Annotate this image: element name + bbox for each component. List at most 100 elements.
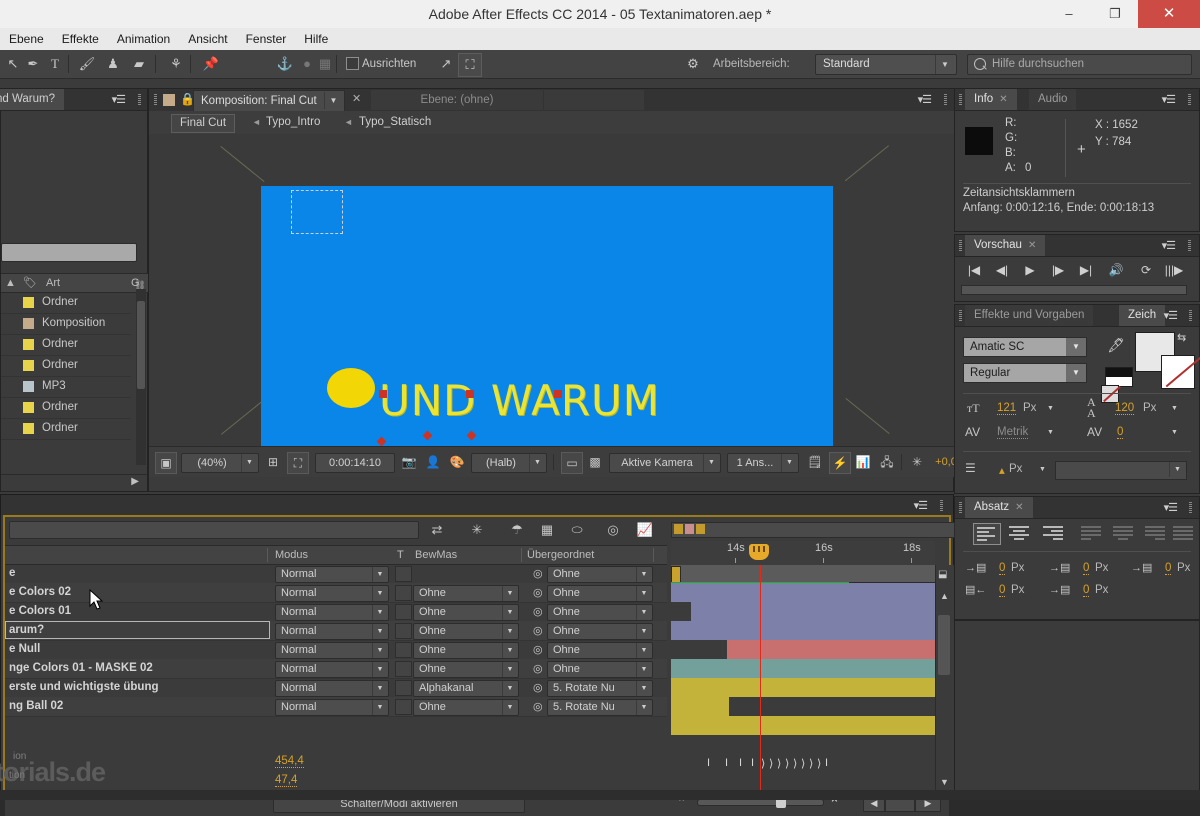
puppet-pin-tool-icon[interactable]: 📌 xyxy=(200,53,222,75)
table-row[interactable]: ng Ball 02 Normal ▼ Ohne ▼ ◎ 5. Rotate Nu ▼ xyxy=(5,697,667,717)
project-tab-label[interactable]: gen: und Warum? xyxy=(0,89,64,110)
anchor-marker[interactable] xyxy=(422,430,433,441)
channels-icon[interactable]: 🎨 xyxy=(447,452,467,472)
text-toggle-box[interactable] xyxy=(395,642,412,658)
brainstorm-icon[interactable]: ◎ xyxy=(601,521,625,539)
layer-tab[interactable]: Ebene: (ohne) xyxy=(371,90,543,110)
minimize-button[interactable]: – xyxy=(1046,0,1092,28)
project-item-row[interactable]: MP3 xyxy=(1,376,131,398)
kerning-value[interactable]: Metrik xyxy=(997,426,1029,439)
keyframe-row[interactable]: I I I I ⟩ ⟩ ⟩ ⟩ ⟩ ⟩ ⟩ ⟩ I xyxy=(671,753,935,771)
close-button[interactable]: ✕ xyxy=(1138,0,1200,28)
snap-arrow-icon[interactable]: ↗ xyxy=(435,53,457,75)
blend-mode-select[interactable]: Normal ▼ xyxy=(275,642,389,659)
close-icon[interactable]: ✕ xyxy=(1028,240,1036,251)
zoom-select[interactable]: (40%) ▼ xyxy=(181,453,259,473)
text-toggle-box[interactable] xyxy=(395,566,412,582)
project-item-row[interactable]: Ordner xyxy=(1,292,131,314)
extra-tab[interactable] xyxy=(544,90,644,110)
parent-pickwhip-icon[interactable]: ◎ xyxy=(533,605,543,618)
layer-bar[interactable] xyxy=(671,583,935,602)
project-panel-grip[interactable] xyxy=(138,94,141,105)
align-left-button[interactable] xyxy=(973,523,1001,545)
character-panel-grip-right[interactable] xyxy=(1189,310,1192,321)
parent-pickwhip-icon[interactable]: ◎ xyxy=(533,586,543,599)
timeline-flow-icon[interactable]: 📊 xyxy=(853,452,873,472)
work-area-bar[interactable] xyxy=(671,522,955,538)
text-toggle-box[interactable] xyxy=(395,661,412,677)
composition-mini-flowchart-icon[interactable]: ⇄ xyxy=(425,521,449,539)
composition-stage[interactable]: UND WARUM ? xyxy=(149,134,955,446)
project-item-row[interactable]: Ordner xyxy=(1,334,131,356)
project-panel-menu-icon[interactable]: ▾☰ xyxy=(112,93,126,106)
eyedropper-icon[interactable]: 🖋 xyxy=(1107,337,1125,354)
parent-select[interactable]: 5. Rotate Nu ▼ xyxy=(547,680,653,697)
text-handle[interactable] xyxy=(379,390,387,398)
composition-tab-close-icon[interactable]: ✕ xyxy=(352,92,361,105)
table-row-selected[interactable]: arum? Normal ▼ Ohne ▼ ◎ Ohne ▼ xyxy=(5,621,667,641)
stroke-color-swatch[interactable] xyxy=(1161,355,1200,389)
bounding-box-icon[interactable]: ⛶ xyxy=(458,53,482,77)
project-search-input[interactable] xyxy=(1,243,137,262)
character-extra-select[interactable]: ▼ xyxy=(1055,461,1187,480)
scroll-down-icon[interactable]: ▼ xyxy=(940,777,949,787)
preview-panel-grip-right[interactable] xyxy=(1188,240,1191,251)
space-before-value[interactable]: 0 xyxy=(1083,562,1090,575)
time-ruler[interactable]: 14s 16s 18s xyxy=(671,541,935,565)
track-matte-select[interactable]: Ohne ▼ xyxy=(413,585,519,602)
property-value[interactable]: 454,4 xyxy=(275,755,304,768)
parent-select[interactable]: Ohne ▼ xyxy=(547,604,653,621)
timeline-nav-band[interactable] xyxy=(671,565,935,583)
breadcrumb-item-typo-statisch[interactable]: Typo_Statisch xyxy=(359,114,431,131)
toggle-viewer-icon[interactable]: ▣ xyxy=(155,452,177,474)
transparency-grid-icon[interactable]: ▩ xyxy=(585,452,605,472)
workspace-select[interactable]: Standard ▼ xyxy=(815,54,957,75)
tab-info[interactable]: Info ✕ xyxy=(965,89,1017,110)
effects-panel-grip[interactable] xyxy=(959,310,962,321)
parent-select[interactable]: Ohne ▼ xyxy=(547,623,653,640)
character-panel-menu-icon[interactable]: ▾☰ xyxy=(1164,309,1178,322)
project-scrollbar-thumb[interactable] xyxy=(137,301,145,389)
layer-name[interactable]: erste und wichtigste übung xyxy=(9,678,159,697)
project-scrollbar[interactable] xyxy=(136,289,146,465)
parent-pickwhip-icon[interactable]: ◎ xyxy=(533,643,543,656)
next-frame-button[interactable]: |▶ xyxy=(1047,261,1069,279)
text-toggle-box[interactable] xyxy=(395,604,412,620)
layer-bar[interactable] xyxy=(727,640,935,659)
eraser-tool-icon[interactable]: ▰ xyxy=(128,53,150,75)
pen-tool-icon[interactable]: ✒ xyxy=(22,53,44,75)
parent-pickwhip-icon[interactable]: ◎ xyxy=(533,700,543,713)
black-white-swatch[interactable] xyxy=(1105,367,1133,387)
fast-previews-icon[interactable]: ⚡ xyxy=(829,452,851,474)
track-matte-select[interactable]: Ohne ▼ xyxy=(413,623,519,640)
text-tool-icon[interactable]: T xyxy=(44,53,66,75)
timeline-panel-grip[interactable] xyxy=(940,500,943,511)
font-style-select[interactable]: Regular ▼ xyxy=(963,363,1087,383)
blend-mode-select[interactable]: Normal ▼ xyxy=(275,661,389,678)
text-toggle-box[interactable] xyxy=(395,680,412,696)
info-panel-grip-right[interactable] xyxy=(1188,94,1191,105)
close-icon[interactable]: ✕ xyxy=(1015,502,1023,513)
chevron-down-icon[interactable]: ▼ xyxy=(1039,466,1046,473)
blend-mode-select[interactable]: Normal ▼ xyxy=(275,604,389,621)
parent-select[interactable]: Ohne ▼ xyxy=(547,585,653,602)
tab-audio[interactable]: Audio xyxy=(1029,89,1077,110)
tracking-value[interactable]: 0 xyxy=(1117,426,1124,439)
selection-rectangle[interactable] xyxy=(291,190,343,234)
menu-item-ansicht[interactable]: Ansicht xyxy=(179,28,236,50)
font-size-value[interactable]: 121 xyxy=(997,402,1017,415)
snapshot-camera-icon[interactable]: 📷 xyxy=(399,452,419,472)
chevron-down-icon[interactable]: ▼ xyxy=(1171,429,1178,436)
chevron-down-icon[interactable]: ▼ xyxy=(1171,405,1178,412)
selection-tool-icon[interactable]: ↖ xyxy=(2,53,24,75)
layer-bar[interactable] xyxy=(691,602,935,621)
exposure-reset-icon[interactable]: ✳ xyxy=(907,452,927,472)
parent-select[interactable]: Ohne ▼ xyxy=(547,566,653,583)
table-row[interactable]: erste und wichtigste übung Normal ▼ Alpha… xyxy=(5,678,667,698)
layer-bar[interactable] xyxy=(671,621,935,640)
ram-preview-button[interactable]: |||▶ xyxy=(1163,261,1185,279)
help-search-input[interactable]: Hilfe durchsuchen xyxy=(967,54,1192,75)
project-item-row[interactable]: Ordner xyxy=(1,418,131,440)
clone-stamp-tool-icon[interactable]: ♟ xyxy=(102,53,124,75)
timeline-zoom-slider[interactable] xyxy=(697,796,824,808)
